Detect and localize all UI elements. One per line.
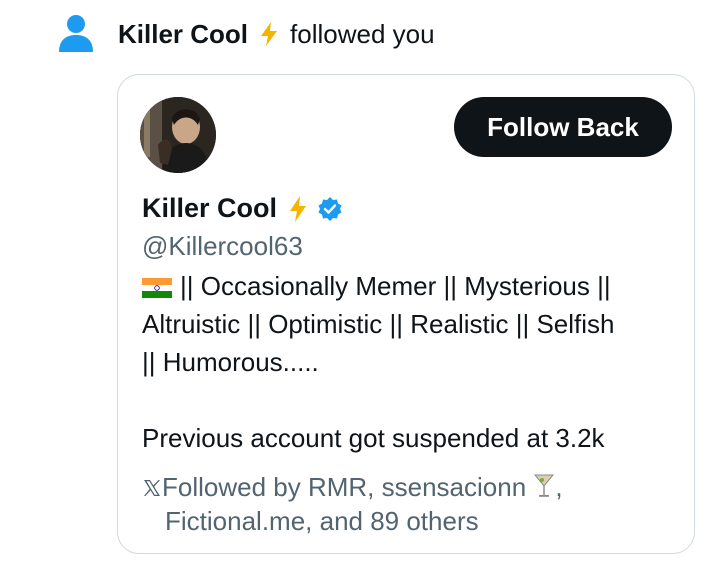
bio-line: Previous account got suspended at 3.2k bbox=[142, 423, 605, 453]
lightning-icon bbox=[261, 22, 278, 46]
followed-by-text: Followed by RMR, ssensacionn bbox=[162, 472, 527, 502]
x-logo-icon bbox=[144, 480, 160, 496]
follow-back-button[interactable]: Follow Back bbox=[454, 97, 672, 157]
follow-notification[interactable]: Killer Cool followed you bbox=[58, 14, 435, 54]
bio-line: Altruistic || Optimistic || Realistic ||… bbox=[142, 309, 615, 339]
user-card[interactable]: Follow Back Killer Cool @Killercool63 ||… bbox=[117, 74, 695, 554]
martini-icon bbox=[534, 474, 555, 497]
notification-text: followed you bbox=[290, 18, 435, 49]
person-icon bbox=[59, 15, 93, 52]
followed-by-text: Fictional.me, and 89 others bbox=[165, 506, 479, 536]
user-handle[interactable]: @Killercool63 bbox=[142, 231, 303, 262]
bio: || Occasionally Memer || Mysterious || A… bbox=[142, 267, 682, 457]
display-name[interactable]: Killer Cool bbox=[142, 193, 277, 224]
bio-text: || Occasionally Memer || Mysterious || bbox=[180, 271, 611, 301]
name-row: Killer Cool bbox=[142, 193, 343, 224]
avatar[interactable] bbox=[140, 97, 216, 173]
bio-line: || Occasionally Memer || Mysterious || bbox=[142, 267, 682, 305]
followed-by-text-end: , bbox=[555, 472, 563, 502]
verified-badge-icon bbox=[318, 196, 342, 221]
india-flag-icon bbox=[142, 278, 172, 299]
bio-line: || Humorous..... bbox=[142, 347, 319, 377]
lightning-icon bbox=[290, 195, 307, 222]
avatar-photo bbox=[140, 97, 216, 173]
notification-actor-name[interactable]: Killer Cool bbox=[118, 19, 248, 50]
followed-by[interactable]: Followed by RMR, ssensacionn , Fictional… bbox=[142, 470, 662, 538]
